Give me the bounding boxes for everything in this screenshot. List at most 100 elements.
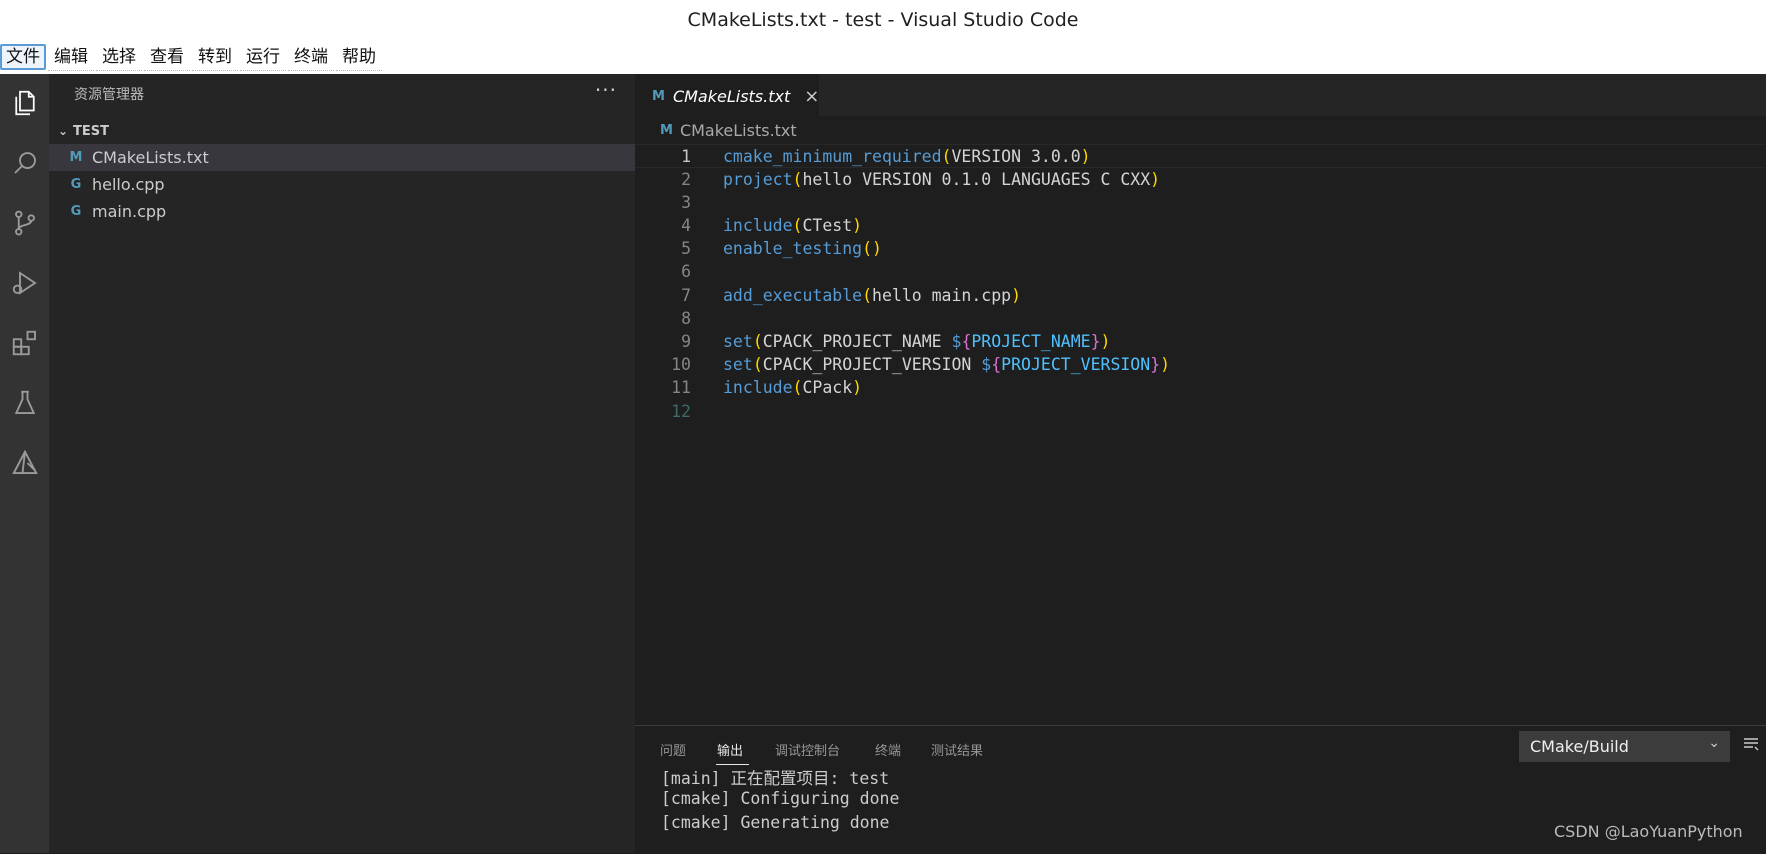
code-token: ( — [862, 285, 873, 305]
code-token: { — [961, 331, 972, 351]
tab-test-results[interactable]: 测试结果 — [931, 740, 983, 759]
code-token: add_executable — [723, 285, 863, 305]
cmake-icon[interactable] — [0, 438, 49, 488]
code-token: ( — [792, 377, 803, 397]
watermark: CSDN @LaoYuanPython — [1554, 822, 1743, 841]
folder-name: TEST — [73, 123, 109, 139]
code-token: CPack — [802, 377, 853, 397]
activity-bar — [0, 74, 49, 853]
line-number: 7 — [681, 285, 691, 305]
output-channel-select[interactable]: CMake/Build ⌄ — [1519, 731, 1730, 762]
output-line: [cmake] Configuring done — [661, 789, 900, 808]
code-line: 6 — [635, 259, 1766, 283]
menu-run[interactable]: 运行 — [240, 44, 286, 71]
code-token: $ — [951, 331, 962, 351]
code-token: ) — [1100, 331, 1111, 351]
code-token: CPACK_PROJECT_NAME — [762, 331, 952, 351]
code-line: 2 project(hello VERSION 0.1.0 LANGUAGES … — [635, 167, 1766, 191]
code-token: set — [723, 331, 753, 351]
explorer-title: 资源管理器 — [74, 87, 144, 103]
code-text: project(hello VERSION 0.1.0 LANGUAGES C … — [723, 170, 1160, 189]
code-editor[interactable]: 1 cmake_minimum_required(VERSION 3.0.0) … — [635, 144, 1766, 725]
menu-view[interactable]: 查看 — [144, 44, 190, 71]
code-token: include — [723, 377, 793, 397]
menu-help[interactable]: 帮助 — [336, 44, 382, 71]
menu-edit[interactable]: 编辑 — [48, 44, 94, 71]
menu-terminal[interactable]: 终端 — [288, 44, 334, 71]
tab-problems[interactable]: 问题 — [660, 740, 686, 759]
code-text: set(CPACK_PROJECT_VERSION ${PROJECT_VERS… — [723, 355, 1170, 374]
code-text: set(CPACK_PROJECT_NAME ${PROJECT_NAME}) — [723, 332, 1110, 351]
file-item[interactable]: M CMakeLists.txt — [49, 144, 635, 171]
code-token: { — [991, 354, 1002, 374]
code-token: ) — [1080, 146, 1091, 166]
menu-go[interactable]: 转到 — [192, 44, 238, 71]
code-token: } — [1150, 354, 1161, 374]
breadcrumb-file[interactable]: CMakeLists.txt — [680, 121, 797, 140]
cmake-file-icon: M — [660, 122, 673, 138]
title-bar: CMakeLists.txt - test - Visual Studio Co… — [0, 0, 1766, 40]
line-number: 2 — [681, 169, 691, 189]
close-icon[interactable]: × — [804, 86, 819, 107]
list-filter-icon[interactable] — [1741, 734, 1761, 754]
line-number: 4 — [681, 215, 691, 235]
folder-section-header[interactable]: ⌄ TEST — [49, 120, 635, 142]
line-number: 5 — [681, 238, 691, 258]
code-token: ( — [941, 146, 952, 166]
explorer-sidebar: 资源管理器 ··· ⌄ TEST M CMakeLists.txt G hell… — [49, 74, 635, 853]
source-control-icon[interactable] — [0, 198, 49, 248]
code-token: PROJECT_VERSION — [1001, 354, 1151, 374]
code-line: 5 enable_testing() — [635, 236, 1766, 260]
file-name: hello.cpp — [92, 175, 165, 194]
output-line: [main] 正在配置项目: test — [661, 769, 890, 788]
file-name: main.cpp — [92, 202, 167, 221]
menu-bar: 文件 编辑 选择 查看 转到 运行 终端 帮助 — [0, 40, 1766, 74]
chevron-down-icon: ⌄ — [1708, 735, 1720, 751]
code-token: ) — [852, 377, 863, 397]
code-text: enable_testing() — [723, 239, 882, 258]
code-line: 1 cmake_minimum_required(VERSION 3.0.0) — [635, 144, 1766, 168]
code-token: CPACK_PROJECT_VERSION — [762, 354, 982, 374]
cpp-file-icon: G — [70, 177, 82, 192]
run-debug-icon[interactable] — [0, 258, 49, 308]
tab-label: CMakeLists.txt — [672, 86, 791, 106]
files-icon[interactable] — [0, 78, 49, 128]
more-actions-icon[interactable]: ··· — [595, 78, 617, 102]
tab-output[interactable]: 输出 — [717, 740, 743, 759]
code-line: 10 set(CPACK_PROJECT_VERSION ${PROJECT_V… — [635, 352, 1766, 376]
code-text: add_executable(hello main.cpp) — [723, 286, 1021, 305]
line-number: 6 — [681, 261, 691, 281]
line-number: 12 — [671, 401, 691, 421]
file-item[interactable]: G main.cpp — [49, 198, 635, 225]
code-token: ( — [752, 354, 763, 374]
file-name: CMakeLists.txt — [92, 148, 209, 167]
output-channel-value: CMake/Build — [1530, 737, 1629, 756]
line-number: 9 — [681, 331, 691, 351]
extensions-icon[interactable] — [0, 318, 49, 368]
tab-terminal[interactable]: 终端 — [875, 740, 901, 759]
breadcrumb: M CMakeLists.txt — [635, 116, 1766, 144]
code-token: ( — [862, 238, 873, 258]
file-item[interactable]: G hello.cpp — [49, 171, 635, 198]
menu-file[interactable]: 文件 — [0, 44, 46, 70]
code-token: hello VERSION 0.1.0 LANGUAGES C CXX — [802, 169, 1151, 189]
code-text: include(CPack) — [723, 378, 862, 397]
code-text: include(CTest) — [723, 216, 862, 235]
testing-icon[interactable] — [0, 378, 49, 428]
editor-tab-bar: M CMakeLists.txt × — [635, 74, 1766, 117]
tab-debug-console[interactable]: 调试控制台 — [775, 740, 840, 759]
code-line: 3 — [635, 190, 1766, 214]
line-number: 10 — [671, 354, 691, 374]
code-line: 4 include(CTest) — [635, 213, 1766, 237]
output-line: [cmake] Generating done — [661, 813, 890, 832]
code-token: } — [1090, 331, 1101, 351]
code-token: ( — [752, 331, 763, 351]
code-token: hello main.cpp — [872, 285, 1012, 305]
code-token: include — [723, 215, 793, 235]
code-token: cmake_minimum_required — [723, 146, 942, 166]
code-token: $ — [981, 354, 992, 374]
search-icon[interactable] — [0, 138, 49, 188]
menu-selection[interactable]: 选择 — [96, 44, 142, 71]
code-line: 12 — [635, 399, 1766, 423]
tab-cmakelists[interactable]: M CMakeLists.txt × — [635, 74, 819, 117]
